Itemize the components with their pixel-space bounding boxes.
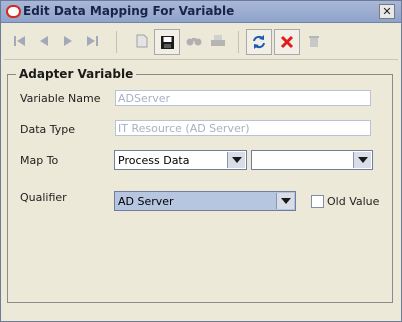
last-icon — [87, 36, 98, 46]
chevron-down-icon[interactable] — [227, 152, 245, 168]
old-value-label: Old Value — [327, 195, 380, 208]
find-button[interactable] — [182, 29, 206, 53]
close-button[interactable]: ✕ — [379, 4, 395, 19]
new-icon — [136, 34, 148, 48]
next-record-button[interactable] — [56, 29, 80, 53]
print-icon — [211, 35, 225, 46]
old-value-checkbox[interactable] — [311, 195, 324, 208]
data-type-field[interactable]: IT Resource (AD Server) — [115, 120, 371, 136]
chevron-down-icon[interactable] — [353, 152, 371, 168]
refresh-icon — [253, 35, 265, 49]
last-record-button[interactable] — [80, 29, 104, 53]
adapter-variable-panel — [7, 74, 393, 303]
toolbar-separator — [116, 31, 117, 53]
refresh-button[interactable] — [246, 29, 272, 55]
map-to-value: Process Data — [118, 154, 190, 167]
qualifier-value: AD Server — [118, 195, 174, 208]
save-icon — [160, 35, 174, 49]
toolbar-separator — [238, 31, 239, 53]
trash-icon — [309, 36, 319, 47]
first-record-button[interactable] — [8, 29, 32, 53]
chevron-down-icon[interactable] — [276, 193, 294, 209]
data-type-label: Data Type — [20, 123, 76, 136]
find-icon — [186, 38, 202, 46]
next-icon — [64, 36, 72, 46]
qualifier-dropdown[interactable]: AD Server — [114, 191, 296, 211]
map-to-secondary-dropdown[interactable] — [251, 150, 373, 170]
variable-name-field[interactable]: ADServer — [115, 90, 371, 106]
delete-icon — [280, 35, 294, 49]
map-to-dropdown[interactable]: Process Data — [114, 150, 247, 170]
toolbar — [4, 25, 398, 60]
dialog-window: Edit Data Mapping For Variable ✕ Adapter… — [0, 0, 402, 322]
window-title: Edit Data Mapping For Variable — [23, 4, 235, 18]
title-bar[interactable]: Edit Data Mapping For Variable ✕ — [1, 1, 401, 23]
delete-button[interactable] — [274, 29, 300, 55]
panel-legend: Adapter Variable — [16, 67, 137, 81]
previous-icon — [40, 36, 48, 46]
oracle-logo-icon — [6, 5, 21, 18]
save-button[interactable] — [154, 29, 180, 55]
print-button[interactable] — [206, 29, 230, 53]
trash-button[interactable] — [302, 29, 326, 53]
variable-name-label: Variable Name — [20, 92, 101, 105]
qualifier-label: Qualifier — [20, 191, 67, 204]
first-icon — [14, 36, 25, 46]
new-button[interactable] — [130, 29, 154, 53]
map-to-label: Map To — [20, 154, 59, 167]
previous-record-button[interactable] — [32, 29, 56, 53]
